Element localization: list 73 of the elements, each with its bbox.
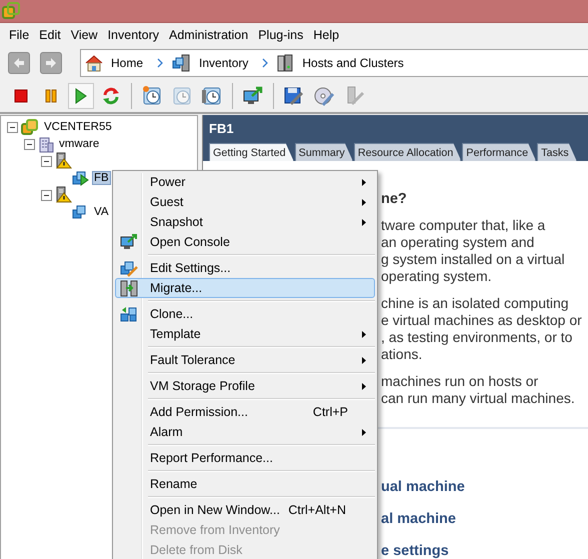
menu-item[interactable]: Alarm (115, 422, 375, 442)
servers-icon (171, 54, 192, 72)
panel-title: FB1 (209, 120, 234, 136)
migrate-icon (120, 280, 138, 296)
menu-item[interactable]: Report Performance... (115, 448, 375, 468)
menu-item[interactable]: VM Storage Profile (115, 376, 375, 396)
menu-item[interactable]: Edit Settings... (115, 258, 375, 278)
floppy-wrench-icon[interactable] (283, 85, 305, 107)
menu-item[interactable]: Help (308, 26, 344, 44)
paragraph: tware computer that, like a an operating system and g system installed on a virtual operating system. (381, 217, 566, 285)
tree-item[interactable]: VCENTER55 (42, 120, 114, 134)
refresh-icon[interactable] (101, 86, 121, 106)
vcenter-icon (21, 118, 39, 136)
tree-item[interactable]: FB (92, 171, 111, 185)
host-warning-icon (55, 152, 73, 170)
tab[interactable]: Resource Allocation (354, 143, 462, 161)
vm-copies-icon (120, 305, 138, 323)
paragraph: chine is an isolated computing e virtual machines as desktop or , as testing environments, or to ations. (381, 295, 583, 363)
breadcrumb-link[interactable]: Home (111, 56, 144, 70)
collapse-icon[interactable] (24, 138, 35, 150)
menu-item[interactable]: Template (115, 324, 375, 344)
breadcrumb-link[interactable]: Hosts and Clusters (302, 56, 404, 70)
collapse-icon[interactable] (7, 122, 18, 132)
menu-item[interactable]: File (4, 26, 34, 44)
menu-item[interactable]: Plug-ins (253, 26, 308, 44)
clock-icon[interactable] (141, 85, 163, 107)
menu-item[interactable]: Clone... (115, 304, 375, 324)
menu-item[interactable]: Edit (34, 26, 66, 44)
menu-item[interactable]: Open Console (115, 232, 375, 252)
chevron-icon (262, 58, 268, 68)
building-icon (38, 136, 54, 152)
menu-item[interactable]: Migrate... (115, 278, 375, 298)
host-warning-icon (55, 186, 73, 204)
menu-item[interactable]: Rename (115, 474, 375, 494)
task-link[interactable]: ual machine (381, 479, 465, 495)
tab[interactable]: Getting Started (209, 143, 294, 161)
menu-item[interactable]: Power (115, 172, 375, 192)
collapse-icon[interactable] (41, 156, 52, 166)
app-logo-icon (2, 2, 20, 20)
monitor-icon[interactable] (242, 86, 264, 106)
tree-item[interactable]: vmware (57, 137, 102, 151)
task-link[interactable]: al machine (381, 511, 456, 527)
tree-item[interactable]: VA (92, 205, 110, 219)
chevron-icon (157, 58, 164, 68)
collapse-icon[interactable] (41, 190, 52, 200)
menu-item[interactable]: Guest (115, 192, 375, 212)
pause-icon[interactable] (44, 89, 58, 103)
monitor-icon (120, 234, 138, 250)
forward-button[interactable] (40, 52, 62, 74)
running-vm-icon (72, 170, 89, 186)
tab[interactable]: Tasks (537, 143, 577, 161)
menu-item[interactable]: Snapshot (115, 212, 375, 232)
task-link[interactable]: e settings (381, 543, 449, 559)
menu-item[interactable]: View (66, 26, 103, 44)
vm-pencil-icon (120, 260, 138, 276)
disc-wrench-icon[interactable] (313, 85, 335, 107)
section-heading: ne? (381, 191, 408, 207)
tab[interactable]: Performance (462, 143, 536, 161)
menu-item[interactable]: Add Permission... Ctrl+P (115, 402, 375, 422)
menu-item[interactable]: Open in New Window... Ctrl+Alt+N (115, 500, 375, 520)
stop-icon[interactable] (14, 89, 28, 103)
breadcrumb-link[interactable]: Inventory (199, 56, 248, 70)
right-arrow-icon (45, 57, 57, 69)
tab[interactable]: Summary (294, 143, 353, 161)
servers-icon (276, 54, 294, 72)
left-arrow-icon (13, 57, 25, 69)
menu-item[interactable]: Inventory (102, 26, 164, 44)
play-icon[interactable] (74, 88, 88, 104)
menu-item[interactable]: Fault Tolerance (115, 350, 375, 370)
paragraph: machines run on hosts or can run many virtual machines. (381, 373, 576, 407)
menu-item[interactable]: Administration (164, 26, 254, 44)
home-icon (85, 54, 103, 72)
back-button[interactable] (8, 52, 30, 74)
